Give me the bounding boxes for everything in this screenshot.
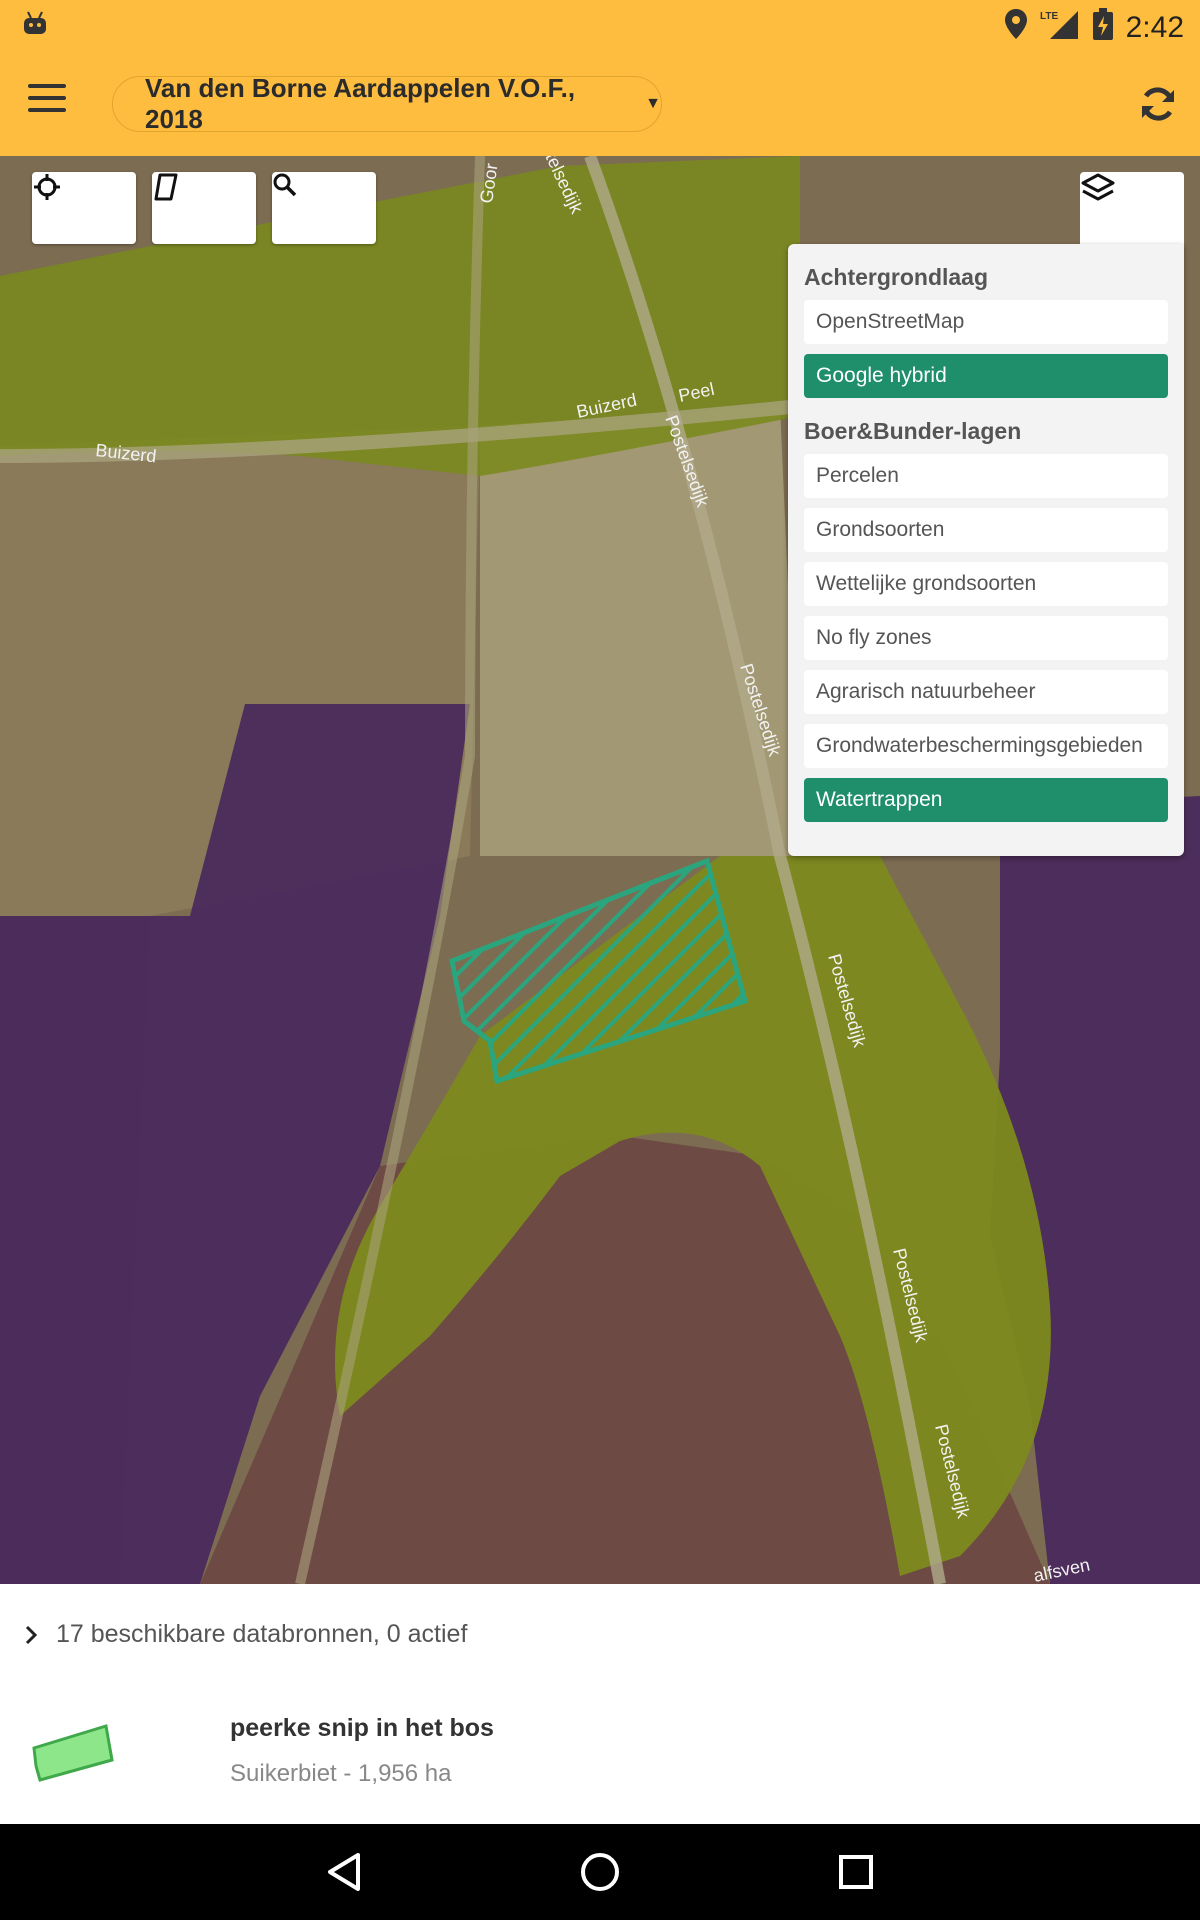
back-icon[interactable]	[320, 1848, 368, 1896]
layer-openstreetmap[interactable]: OpenStreetMap	[804, 300, 1168, 344]
parcel-list-item[interactable]: peerke snip in het bos Suikerbiet - 1,95…	[0, 1702, 1200, 1822]
bb-layers-heading: Boer&Bunder-lagen	[804, 418, 1022, 444]
recents-icon[interactable]	[832, 1848, 880, 1896]
battery-icon	[1092, 8, 1114, 48]
layer-no-fly-zones[interactable]: No fly zones	[804, 616, 1168, 660]
layer-grondsoorten[interactable]: Grondsoorten	[804, 508, 1168, 552]
app-bar: Van den Borne Aardappelen V.O.F., 2018 ▼	[0, 50, 1200, 156]
farm-selector-label: Van den Borne Aardappelen V.O.F., 2018	[145, 73, 576, 134]
layers-icon	[1081, 173, 1115, 201]
bottom-sheet: 17 beschikbare databronnen, 0 actief pee…	[0, 1584, 1200, 1824]
caret-down-icon: ▼	[645, 95, 661, 112]
layers-button[interactable]	[1080, 172, 1184, 248]
lte-signal-icon: LTE	[1040, 9, 1080, 47]
layer-percelen[interactable]: Percelen	[804, 454, 1168, 498]
draw-parcel-button[interactable]	[152, 172, 256, 244]
location-icon	[1004, 9, 1028, 47]
layer-panel: Achtergrondlaag OpenStreetMap Google hyb…	[788, 244, 1184, 856]
status-bar: LTE 2:42	[0, 0, 1200, 50]
layer-google-hybrid[interactable]: Google hybrid	[804, 354, 1168, 398]
datasources-toggle[interactable]: 17 beschikbare databronnen, 0 actief	[24, 1620, 467, 1649]
svg-text:LTE: LTE	[1040, 11, 1058, 22]
locate-button[interactable]	[32, 172, 136, 244]
datasources-label: 17 beschikbare databronnen, 0 actief	[56, 1620, 468, 1648]
home-icon[interactable]	[576, 1848, 624, 1896]
parcel-shape-thumbnail	[32, 1724, 114, 1782]
farm-selector[interactable]: Van den Borne Aardappelen V.O.F., 2018 ▼	[112, 73, 662, 134]
android-icon	[22, 10, 48, 41]
navigation-bar	[0, 1824, 1200, 1920]
menu-icon[interactable]	[28, 84, 66, 114]
parcel-shape-icon	[154, 173, 178, 201]
layer-watertrappen[interactable]: Watertrappen	[804, 778, 1168, 822]
clock: 2:42	[1125, 11, 1184, 44]
crosshair-icon	[34, 174, 60, 200]
chevron-right-icon	[25, 1625, 38, 1644]
parcel-name: peerke snip in het bos	[230, 1714, 494, 1742]
layer-grondwaterbeschermingsgebieden[interactable]: Grondwaterbeschermingsgebieden	[804, 724, 1168, 768]
refresh-icon[interactable]	[1138, 84, 1178, 124]
map-view[interactable]: Buizerd Buizerd Peel Postelsedijk Postel…	[0, 156, 1200, 1584]
parcel-details: Suikerbiet - 1,956 ha	[230, 1760, 452, 1787]
layer-wettelijke-grondsoorten[interactable]: Wettelijke grondsoorten	[804, 562, 1168, 606]
layer-agrarisch-natuurbeheer[interactable]: Agrarisch natuurbeheer	[804, 670, 1168, 714]
background-layer-heading: Achtergrondlaag	[804, 264, 989, 290]
search-button[interactable]	[272, 172, 376, 244]
search-icon	[273, 173, 297, 197]
